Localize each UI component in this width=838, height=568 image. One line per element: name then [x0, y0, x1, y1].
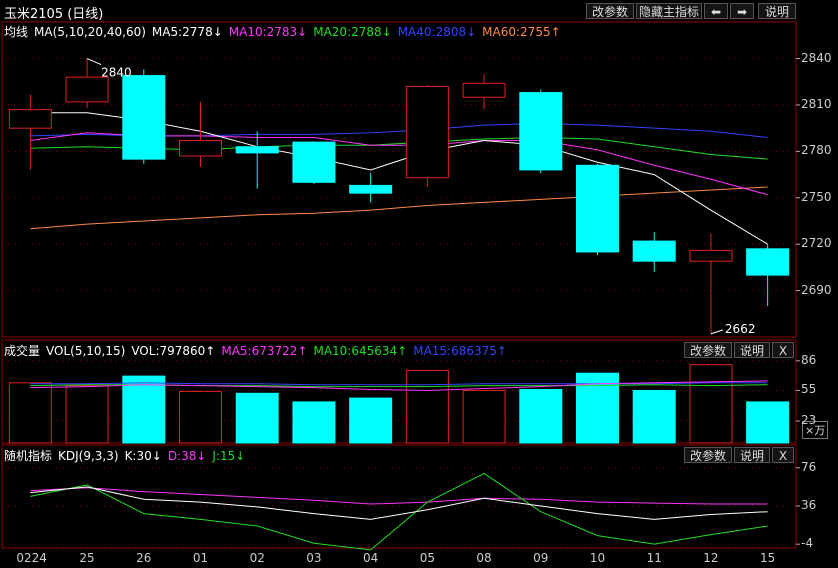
kdj-j-line: [30, 472, 768, 551]
x-tick-label: 25: [79, 551, 95, 565]
kdj-help-button[interactable]: 说明: [734, 447, 770, 463]
kdj-chart: [1, 444, 800, 551]
x-tick-label: 05: [419, 551, 435, 565]
price-y-tick-label: 2780: [801, 143, 832, 158]
x-tick-label: 09: [533, 551, 549, 565]
x-tick-label: 04: [363, 551, 379, 565]
x-tick-label: 02: [249, 551, 265, 565]
kdj-label: 随机指标: [4, 449, 53, 463]
x-tick-label: 0224: [16, 551, 47, 565]
kdj-close-button[interactable]: X: [772, 447, 794, 463]
x-tick-label: 15: [760, 551, 776, 565]
kdj-modify-params-button[interactable]: 改参数: [684, 447, 732, 463]
price-y-tick-label: 2750: [801, 189, 832, 204]
x-tick-label: 11: [646, 551, 662, 565]
price-y-tick-label: 2810: [801, 96, 832, 111]
price-y-tick-label: 2690: [801, 282, 832, 297]
kdj-d-value: D:38↓: [167, 449, 207, 463]
kdj-y-tick-label: 36: [801, 497, 817, 512]
kdj-d-line: [30, 487, 768, 505]
x-tick-label: 08: [476, 551, 492, 565]
kdj-k-value: K:30↓: [124, 449, 162, 463]
kdj-legend: 随机指标 KDJ(9,3,3) K:30↓ D:38↓ J:15↓: [4, 447, 251, 464]
price-y-tick-label: 2720: [801, 236, 832, 251]
kdj-j-value: J:15↓: [212, 449, 246, 463]
x-tick-label: 12: [703, 551, 719, 565]
kdj-pane: 随机指标 KDJ(9,3,3) K:30↓ D:38↓ J:15↓ 改参数 说明 X: [0, 0, 838, 568]
x-tick-label: 10: [589, 551, 606, 565]
x-tick-label: 26: [136, 551, 152, 565]
kdj-y-tick-label: -4: [801, 536, 813, 551]
volume-y-tick-label: 23: [801, 413, 817, 428]
volume-y-tick-label: 55: [801, 382, 817, 397]
x-tick-label: 03: [306, 551, 322, 565]
x-tick-label: 01: [192, 551, 209, 565]
kdj-y-tick-label: 76: [801, 459, 817, 474]
kdj-params: KDJ(9,3,3): [58, 449, 119, 463]
volume-y-tick-label: 86: [801, 352, 817, 367]
price-y-tick-label: 2840: [801, 50, 832, 65]
